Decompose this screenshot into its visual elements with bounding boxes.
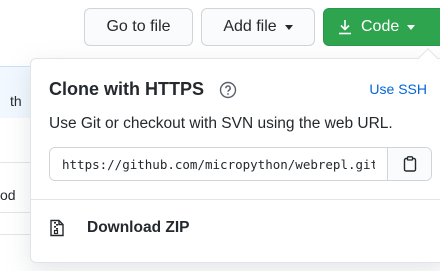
commit-bar-fragment bbox=[0, 66, 30, 118]
background-text-fragment: od bbox=[0, 187, 16, 203]
download-icon bbox=[339, 20, 351, 35]
use-ssh-link[interactable]: Use SSH bbox=[369, 81, 427, 97]
add-file-button[interactable]: Add file bbox=[201, 8, 315, 46]
caret-down-icon bbox=[284, 24, 293, 30]
clippy-icon bbox=[403, 156, 416, 172]
clone-popover: Clone with HTTPS Use SSH Use Git or chec… bbox=[30, 48, 440, 263]
background-text-fragment: th bbox=[10, 93, 22, 109]
code-label: Code bbox=[361, 18, 400, 35]
clone-url-group bbox=[49, 147, 432, 181]
file-row-divider bbox=[0, 212, 30, 213]
file-row-divider bbox=[0, 162, 30, 163]
clone-title: Clone with HTTPS bbox=[49, 79, 204, 99]
download-zip-item[interactable]: Download ZIP bbox=[31, 200, 440, 256]
add-file-label: Add file bbox=[223, 18, 277, 35]
repo-header-area: th od Go to file Add file Code Clone wit… bbox=[0, 0, 440, 271]
file-zip-icon bbox=[50, 219, 64, 237]
clone-url-input[interactable] bbox=[50, 148, 387, 180]
go-to-file-button[interactable]: Go to file bbox=[84, 8, 193, 46]
caret-down-icon bbox=[407, 24, 416, 30]
code-button[interactable]: Code bbox=[323, 8, 440, 46]
download-zip-label: Download ZIP bbox=[87, 219, 190, 236]
popover-arrow bbox=[418, 48, 438, 68]
clone-description: Use Git or checkout with SVN using the w… bbox=[49, 115, 393, 132]
file-row-divider bbox=[0, 234, 30, 235]
go-to-file-label: Go to file bbox=[106, 18, 171, 35]
copy-url-button[interactable] bbox=[387, 148, 431, 180]
question-icon[interactable] bbox=[219, 81, 237, 99]
